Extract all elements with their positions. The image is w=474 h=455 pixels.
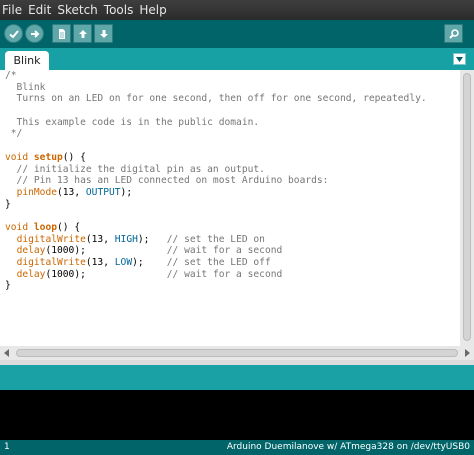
new-button[interactable]: [52, 24, 71, 43]
right-arrow-icon: [30, 29, 39, 38]
magnifier-icon: [448, 28, 459, 39]
menu-tools[interactable]: Tools: [101, 0, 137, 20]
tab-menu-button[interactable]: [453, 53, 466, 65]
menu-file[interactable]: File: [0, 0, 25, 20]
code-line: void setup() {: [5, 151, 86, 163]
save-button[interactable]: [94, 24, 113, 43]
code-line: delay(1000); // wait for a second: [16, 245, 283, 257]
board-info: Arduino Duemilanove w/ ATmega328 on /dev…: [226, 442, 470, 452]
code-line: void loop() {: [5, 221, 81, 233]
open-button[interactable]: [73, 24, 92, 43]
serial-monitor-button[interactable]: [444, 24, 463, 43]
code-line: digitalWrite(13, LOW); // set the LED of…: [16, 257, 271, 268]
scroll-left-icon[interactable]: [4, 349, 9, 357]
code-line: }: [5, 198, 11, 210]
code-line: // Pin 13 has an LED connected on most A…: [5, 175, 329, 187]
upload-button[interactable]: [25, 24, 44, 43]
tabs-bar: Blink: [0, 48, 474, 70]
horizontal-scroll-thumb[interactable]: [16, 349, 458, 357]
tab-blink[interactable]: Blink: [5, 51, 49, 70]
status-footer: 1 Arduino Duemilanove w/ ATmega328 on /d…: [0, 440, 474, 455]
down-arrow-icon: [99, 29, 108, 38]
scroll-right-icon[interactable]: [465, 349, 470, 357]
toolbar: [0, 20, 474, 48]
verify-button[interactable]: [4, 24, 23, 43]
code-line: Turns on an LED on for one second, then …: [5, 93, 427, 105]
code-line: /*: [5, 70, 17, 81]
vertical-scrollbar[interactable]: [460, 70, 474, 346]
code-text: /* Blink Turns on an LED on for one seco…: [5, 70, 427, 292]
checkmark-icon: [8, 29, 19, 38]
triangle-down-icon: [456, 56, 463, 62]
line-number: 1: [4, 442, 10, 452]
code-line: }: [5, 280, 11, 292]
code-line: */: [5, 128, 23, 140]
menu-edit[interactable]: Edit: [25, 0, 54, 20]
menu-sketch[interactable]: Sketch: [54, 0, 100, 20]
code-line: pinMode(13, OUTPUT);: [16, 186, 133, 198]
menu-help[interactable]: Help: [136, 0, 169, 20]
code-line: digitalWrite(13, HIGH); // set the LED o…: [16, 233, 265, 245]
new-document-icon: [58, 28, 65, 39]
code-line: delay(1000); // wait for a second: [16, 268, 283, 280]
horizontal-scrollbar[interactable]: [0, 346, 474, 360]
message-area: [0, 365, 474, 390]
console-output: [0, 390, 474, 440]
code-line: // initialize the digital pin as an outp…: [5, 163, 265, 175]
up-arrow-icon: [78, 29, 87, 38]
menu-bar: File Edit Sketch Tools Help: [0, 0, 474, 20]
code-line: Blink: [5, 81, 46, 93]
vertical-scroll-thumb[interactable]: [463, 73, 471, 341]
code-line: This example code is in the public domai…: [5, 116, 260, 128]
code-editor[interactable]: /* Blink Turns on an LED on for one seco…: [0, 70, 474, 360]
